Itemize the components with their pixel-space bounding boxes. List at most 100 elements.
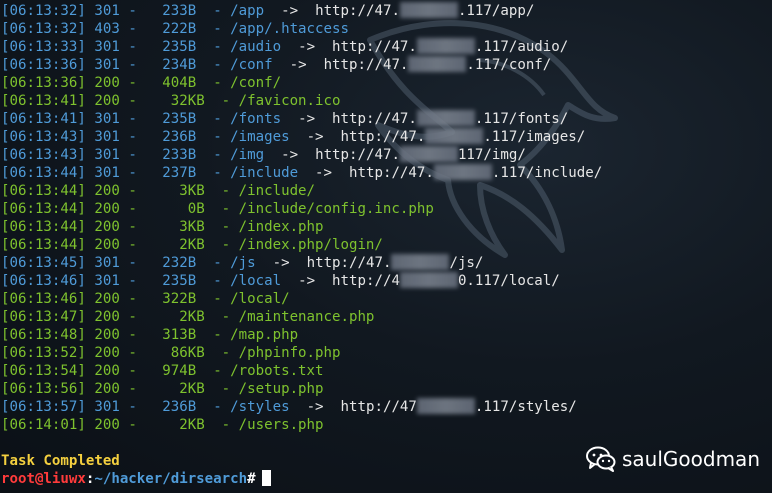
log-timestamp: [06:13:46] [1,273,86,289]
log-path: /robots.txt [230,363,324,379]
redirect-url-end: .117/styles/ [474,399,577,415]
log-status-code: 200 [94,363,120,379]
log-size: 2KB [145,309,205,325]
redirect-arrow: -> [298,273,316,289]
redirect-arrow: -> [272,255,290,271]
redirect-url-end: .117/fonts/ [474,111,569,127]
log-status-code: 200 [94,93,120,109]
redirect-url-end: /js/ [449,255,484,271]
log-size: 233B [145,147,197,163]
log-row: [06:13:44] 200 - 3KB - /index.php [1,219,324,235]
log-row: [06:13:45] 301 - 232B - /js -> http://47… [1,254,484,271]
log-row: [06:13:43] 301 - 236B - /images -> http:… [1,128,586,145]
log-status-code: 301 [94,147,120,163]
log-row: [06:13:47] 200 - 2KB - /maintenance.php [1,309,375,325]
log-status-code: 200 [94,345,120,361]
redirect-arrow: -> [281,147,299,163]
log-size: 235B [145,111,197,127]
shell-prompt[interactable]: root@liuwx:~/hacker/dirsearch# [1,470,271,488]
log-status-code: 200 [94,219,120,235]
redacted-ip-mask [408,56,467,72]
redirect-url-end: .117/app/ [457,3,535,19]
log-path: /conf/ [230,75,282,91]
log-size: 236B [145,129,197,145]
redirect-url-start: http://47 [340,399,417,415]
prompt-user-host: root@liuwx [1,471,86,487]
log-size: 3KB [145,183,205,199]
log-path: /index.php [238,219,324,235]
log-timestamp: [06:13:32] [1,21,86,37]
redacted-ip-mask [433,164,492,180]
log-path: /include [230,165,299,181]
log-row: [06:13:56] 200 - 2KB - /setup.php [1,381,324,397]
redirect-url-end: .117/conf/ [466,57,552,73]
log-row: [06:13:33] 301 - 235B - /audio -> http:/… [1,38,569,55]
log-path: /local/ [230,291,290,307]
log-timestamp: [06:13:44] [1,201,86,217]
log-size: 235B [145,273,197,289]
log-size: 322B [145,291,197,307]
log-timestamp: [06:13:41] [1,111,86,127]
log-size: 235B [145,39,197,55]
log-row: [06:13:44] 301 - 237B - /include -> http… [1,164,603,181]
wechat-icon [586,446,616,472]
redirect-url-start: http://47. [306,255,392,271]
log-size: 222B [145,21,197,37]
log-timestamp: [06:13:44] [1,183,86,199]
log-path: /audio [230,39,282,55]
log-row: [06:13:46] 301 - 235B - /local -> http:/… [1,272,560,289]
task-completed-status: Task Completed [1,453,120,469]
redirect-url-start: http://47. [332,111,417,127]
log-timestamp: [06:13:52] [1,345,86,361]
redirect-url-end: .117/include/ [491,165,603,181]
log-row: [06:13:44] 200 - 3KB - /include/ [1,183,316,199]
log-size: 236B [145,399,197,415]
log-size: 32KB [145,93,205,109]
log-row: [06:14:01] 200 - 2KB - /users.php [1,417,324,433]
log-path: /setup.php [238,381,324,397]
redirect-arrow: -> [289,57,307,73]
redacted-ip-mask [416,110,475,126]
log-timestamp: [06:13:56] [1,381,86,397]
log-row: [06:13:44] 200 - 2KB - /index.php/login/ [1,237,383,253]
log-timestamp: [06:14:01] [1,417,86,433]
log-size: 974B [145,363,197,379]
log-row: [06:13:41] 301 - 235B - /fonts -> http:/… [1,110,569,127]
log-path: /map.php [230,327,299,343]
log-path: /include/ [238,183,316,199]
log-timestamp: [06:13:36] [1,75,86,91]
redirect-url-end: .117/audio/ [474,39,569,55]
log-path: /conf [230,57,273,73]
log-status-code: 301 [94,3,120,19]
log-row: [06:13:46] 200 - 322B - /local/ [1,291,290,307]
terminal-window[interactable]: [06:13:32] 301 - 233B - /app -> http://4… [0,0,772,493]
log-path: /index.php/login/ [238,237,383,253]
log-size: 232B [145,255,197,271]
redirect-url-start: http://47. [340,129,426,145]
log-status-code: 301 [94,255,120,271]
redacted-ip-mask [416,398,475,414]
redirect-url-start: http://47. [349,165,434,181]
log-status-code: 200 [94,327,120,343]
log-path: /maintenance.php [238,309,375,325]
log-size: 404B [145,75,197,91]
log-status-code: 200 [94,183,120,199]
log-size: 234B [145,57,197,73]
log-status-code: 301 [94,111,120,127]
redirect-url-start: http://47. [315,147,400,163]
log-path: /app/.htaccess [230,21,349,37]
log-size: 233B [145,3,197,19]
redacted-ip-mask [416,38,475,54]
log-status-code: 200 [94,237,120,253]
watermark-text: saulGoodman [622,447,760,471]
prompt-cwd: ~/hacker/dirsearch [94,471,248,487]
log-row: [06:13:54] 200 - 974B - /robots.txt [1,363,324,379]
log-timestamp: [06:13:54] [1,363,86,379]
log-status-code: 200 [94,291,120,307]
redacted-ip-mask [399,146,458,162]
log-size: 237B [145,165,197,181]
log-path: /favicon.ico [238,93,341,109]
log-status-code: 200 [94,417,120,433]
log-row: [06:13:36] 200 - 404B - /conf/ [1,75,282,91]
log-path: /users.php [238,417,324,433]
